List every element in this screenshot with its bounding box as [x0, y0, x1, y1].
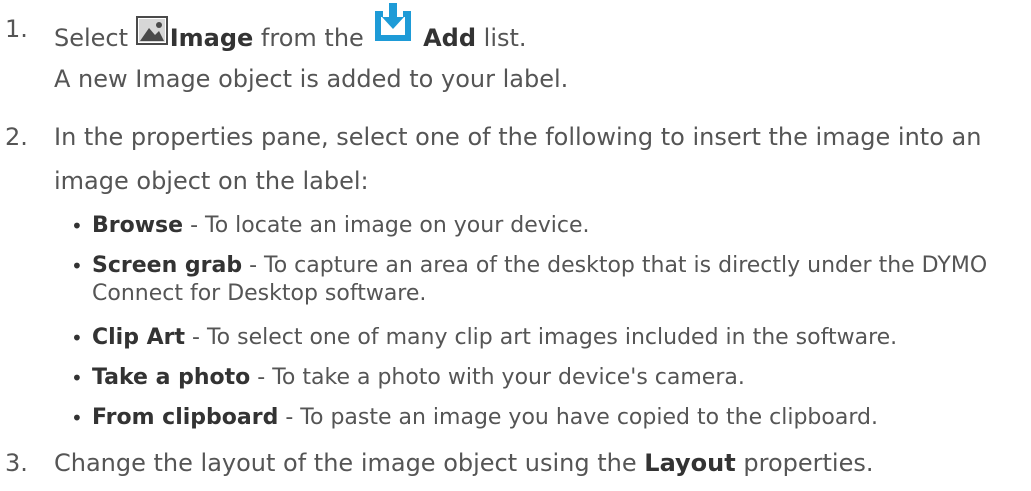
step-number: 3. — [5, 449, 28, 477]
bullet-icon: • — [71, 254, 83, 278]
list-item: • From clipboard - To paste an image you… — [71, 404, 878, 432]
option-name: Browse — [92, 213, 184, 238]
option-name: Clip Art — [92, 325, 186, 350]
step-2-line-1: In the properties pane, select one of th… — [54, 123, 982, 151]
option-desc: - To locate an image on your device. — [183, 213, 590, 238]
step-3-line: Change the layout of the image object us… — [54, 447, 873, 479]
bullet-icon: • — [71, 214, 83, 238]
list-item: • Screen grab - To capture an area of th… — [71, 252, 1027, 308]
option-name: From clipboard — [92, 405, 279, 430]
add-download-icon — [371, 1, 415, 53]
step-text: Select — [54, 24, 129, 52]
step-text: Change the layout of the image object us… — [54, 449, 637, 477]
instruction-document: 1. Select Image from the Add list. A new… — [0, 0, 1031, 491]
option-desc: - To take a photo with your device's cam… — [250, 365, 745, 390]
step-text: properties. — [743, 449, 874, 477]
ui-term-layout: Layout — [644, 449, 736, 477]
option-name: Take a photo — [92, 365, 251, 390]
option-desc: - To select one of many clip art images … — [185, 325, 898, 350]
step-text: from the — [260, 24, 364, 52]
step-number: 2. — [5, 123, 28, 151]
ui-term-image: Image — [169, 24, 254, 52]
step-1-line: Select Image from the Add list. — [54, 3, 527, 65]
bullet-icon: • — [71, 366, 83, 390]
step-number: 1. — [5, 15, 28, 43]
option-name: Screen grab — [92, 253, 243, 278]
step-text: list. — [483, 24, 527, 52]
bullet-icon: • — [71, 326, 83, 350]
step-2-line-2: image object on the label: — [54, 167, 369, 195]
list-item: • Clip Art - To select one of many clip … — [71, 324, 898, 352]
image-icon — [135, 15, 168, 53]
list-item: • Take a photo - To take a photo with yo… — [71, 364, 745, 392]
ui-term-add: Add — [423, 24, 477, 52]
option-desc: - To paste an image you have copied to t… — [278, 405, 878, 430]
bullet-icon: • — [71, 406, 83, 430]
list-item: • Browse - To locate an image on your de… — [71, 212, 590, 240]
step-1-followup: A new Image object is added to your labe… — [54, 65, 569, 93]
